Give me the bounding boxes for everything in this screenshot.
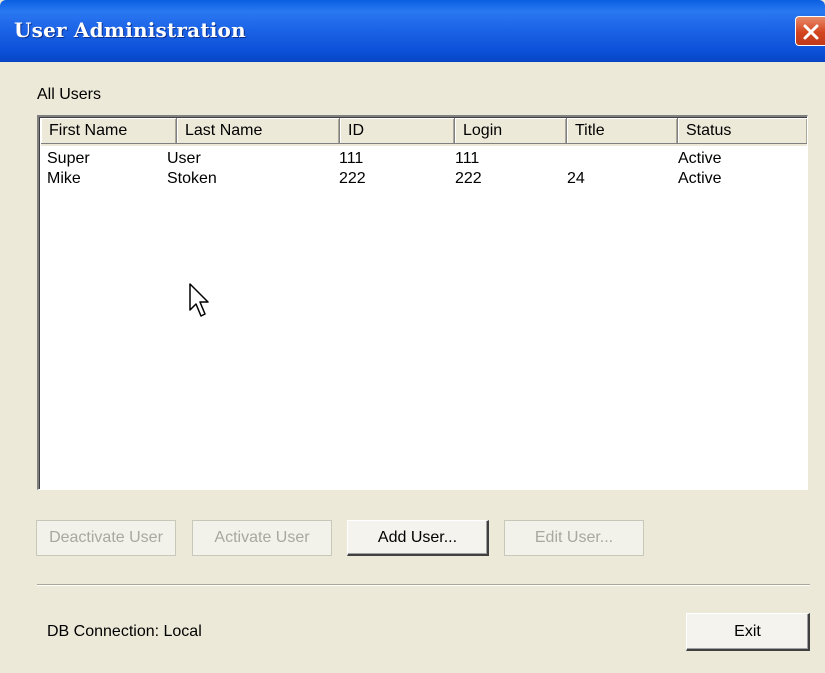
cell-first-name: Super — [47, 150, 90, 167]
cell-last-name: User — [167, 150, 201, 167]
cell-last-name: Stoken — [167, 170, 217, 187]
add-user-button[interactable]: Add User... — [347, 520, 489, 556]
list-header: First Name Last Name ID Login Title Stat… — [41, 118, 807, 146]
user-administration-window: User Administration All Users First Name… — [0, 0, 825, 673]
deactivate-user-button[interactable]: Deactivate User — [36, 520, 176, 556]
column-header-last-name[interactable]: Last Name — [177, 118, 340, 144]
cell-title: 24 — [567, 170, 585, 187]
column-header-first-name[interactable]: First Name — [41, 118, 177, 144]
column-header-login[interactable]: Login — [455, 118, 567, 144]
cell-id: 111 — [339, 150, 364, 167]
edit-user-button[interactable]: Edit User... — [504, 520, 644, 556]
activate-user-button[interactable]: Activate User — [192, 520, 332, 556]
cell-login: 111 — [455, 150, 480, 167]
title-bar[interactable]: User Administration — [0, 0, 825, 62]
separator — [37, 584, 810, 586]
table-row[interactable]: Super User 111 111 Active — [39, 149, 807, 169]
cell-id: 222 — [339, 170, 366, 187]
all-users-label: All Users — [37, 86, 102, 103]
exit-button[interactable]: Exit — [686, 613, 810, 651]
cell-login: 222 — [455, 170, 482, 187]
column-header-id[interactable]: ID — [340, 118, 455, 144]
window-title: User Administration — [14, 18, 246, 42]
close-button[interactable] — [795, 16, 825, 46]
db-connection-label: DB Connection: Local — [47, 623, 202, 640]
column-header-status[interactable]: Status — [678, 118, 807, 144]
cell-first-name: Mike — [47, 170, 81, 187]
column-header-title[interactable]: Title — [567, 118, 678, 144]
mouse-pointer-icon — [189, 283, 209, 317]
close-icon — [803, 24, 819, 40]
users-list[interactable]: First Name Last Name ID Login Title Stat… — [37, 115, 808, 490]
cell-status: Active — [678, 150, 722, 167]
cell-status: Active — [678, 170, 722, 187]
table-row[interactable]: Mike Stoken 222 222 24 Active — [39, 169, 807, 189]
